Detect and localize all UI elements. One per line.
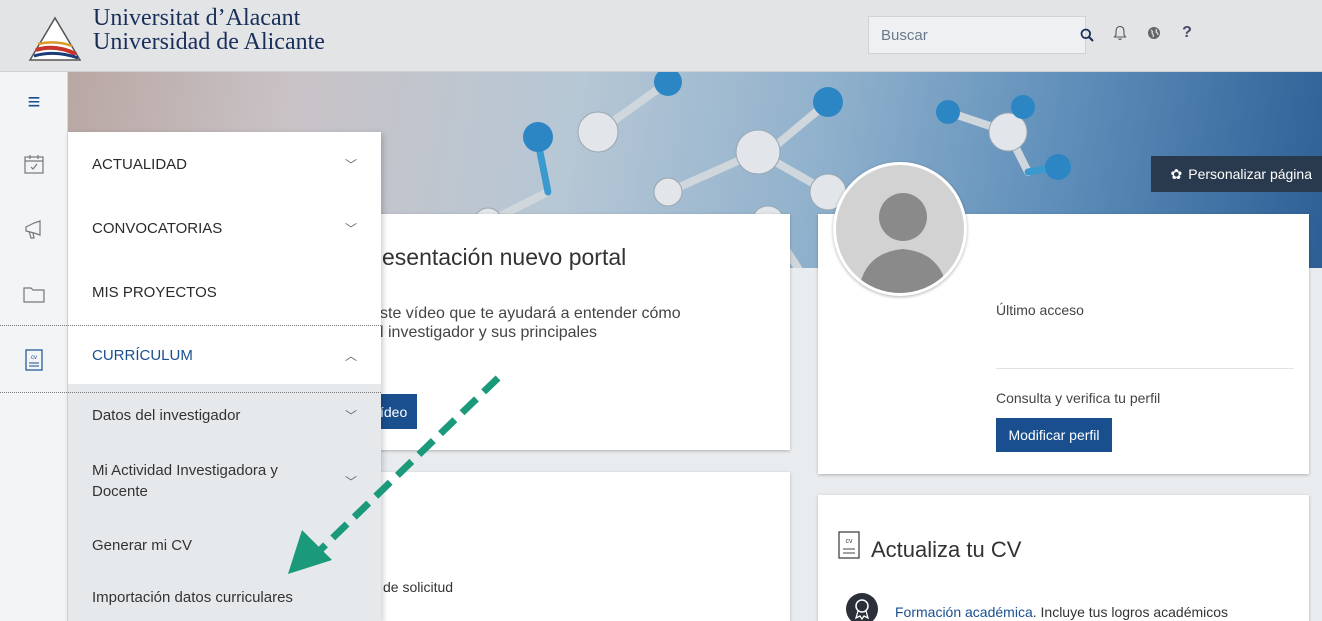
profile-divider [996,368,1294,369]
personalize-page-label: Personalizar página [1188,166,1312,182]
megaphone-icon[interactable] [22,218,46,242]
avatar[interactable] [833,162,967,296]
menu-item-label: CURRÍCULUM [92,346,193,364]
notifications-button[interactable] [1109,22,1131,44]
presentation-title: esentación nuevo portal [382,244,627,270]
annotation-arrow [288,375,501,574]
menu-item-mis-proyectos[interactable]: MIS PROYECTOS [68,260,381,324]
top-header: Universitat d’Alacant Universidad de Ali… [0,0,1322,72]
personalize-page-button[interactable]: ✿ Personalizar página [1150,156,1322,192]
university-name-spanish: Universidad de Alicante [93,29,325,55]
hamburger-icon: ≡ [27,89,41,114]
submenu-item-label: Generar mi CV [92,536,193,554]
presentation-text: ste vídeo que te ayudará a entender cómo… [380,305,681,341]
svg-text:cv: cv [31,355,37,361]
modify-profile-button[interactable]: Modificar perfil [996,418,1112,452]
chevron-up-icon: ︿ [344,348,357,363]
help-icon: ? [1182,24,1192,41]
menu-item-label: MIS PROYECTOS [92,283,217,301]
left-rail: ≡ cv [0,72,68,621]
cv-document-icon[interactable]: cv [22,348,46,372]
university-name-valencian: Universitat d’Alacant [93,5,301,31]
menu-toggle-button[interactable]: ≡ [0,72,68,132]
chevron-down-icon: ﹀ [344,157,357,172]
university-name[interactable]: Universitat d’Alacant Universidad de Ali… [93,6,325,54]
update-cv-title: Actualiza tu CV [871,537,1022,562]
university-logo[interactable] [28,14,82,62]
selection-outline-top [0,325,381,326]
last-access-label: Último acceso [996,302,1084,318]
user-silhouette-icon [858,193,948,293]
language-button[interactable] [1143,22,1165,44]
svg-text:cv: cv [846,538,854,545]
search-box [868,16,1094,54]
menu-item-label: CONVOCATORIAS [92,219,223,237]
submenu-item-label: Importación datos curriculares [92,589,293,606]
chevron-down-icon: ﹀ [344,221,357,236]
submenu-item-label: Datos del investigador [92,406,241,424]
menu-item-convocatorias[interactable]: CONVOCATORIAS ﹀ [68,196,381,260]
update-cv-card: cv Actualiza tu CV Formación académica. … [818,495,1309,621]
calendar-icon[interactable] [22,152,46,176]
menu-item-label: ACTUALIDAD [92,155,188,173]
menu-item-actualidad[interactable]: ACTUALIDAD ﹀ [68,132,381,196]
globe-icon [1148,27,1160,39]
academic-training-link[interactable]: Formación académica [895,604,1033,620]
search-input[interactable] [869,17,1080,53]
submenu-item-label: Mi Actividad Investigadora y Docente [92,462,278,500]
cv-item-academic: Formación académica. Incluye tus logros … [895,604,1228,620]
help-button[interactable]: ? [1176,22,1198,44]
gear-icon: ✿ [1170,165,1183,182]
applications-text: de solicitud [383,579,454,595]
consult-profile-label: Consulta y verifica tu perfil [996,390,1161,406]
academic-training-text: . Incluye tus logros académicos [1032,604,1229,620]
submenu-item-importacion-datos[interactable]: Importación datos curriculares [68,574,381,621]
folder-icon[interactable] [22,282,46,306]
search-button[interactable] [1080,17,1094,53]
bell-icon [1113,25,1127,41]
award-icon [846,593,878,621]
search-icon [1080,28,1094,42]
cv-document-icon: cv [838,531,860,559]
